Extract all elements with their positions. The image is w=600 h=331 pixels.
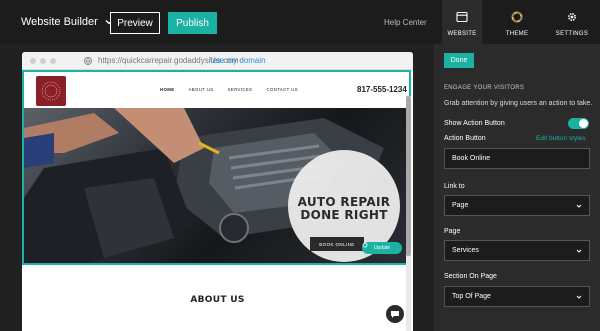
editor-canvas: https://quickcarrepair.godaddysites.com … [0,44,434,331]
update-label: Update [373,245,391,251]
show-action-button-toggle[interactable] [568,118,589,129]
done-button[interactable]: Done [444,53,474,68]
about-section[interactable]: ABOUT US [22,265,413,331]
section-on-page-label: Section On Page [444,273,497,280]
logo-emblem-icon [41,81,61,101]
book-online-button[interactable]: BOOK ONLINE [310,237,364,251]
tab-theme[interactable]: THEME [497,0,537,44]
nav-item-about[interactable]: ABOUT US [189,87,214,92]
site-phone[interactable]: 817-555-1234 [357,85,407,94]
top-bar: Website Builder Preview Publish Help Cen… [0,0,434,44]
tab-settings-label: SETTINGS [555,31,589,37]
chat-button[interactable] [386,305,404,323]
tab-website[interactable]: WEBSITE [442,0,482,44]
browser-window-icon [456,11,468,23]
hero-headline: AUTO REPAIR DONE RIGHT [286,196,402,222]
publish-button[interactable]: Publish [168,12,217,34]
preview-scrollbar-thumb[interactable] [406,96,411,256]
about-title: ABOUT US [190,295,245,305]
edit-button-styles-link[interactable]: Edit button styles [536,135,586,142]
chat-icon [391,311,399,318]
link-to-select[interactable]: Page [444,195,590,216]
panel-tabs: WEBSITE THEME SETTINGS [434,0,600,44]
action-button-text-input[interactable]: Book Online [444,148,590,169]
show-action-button-label: Show Action Button [444,120,505,127]
site-logo[interactable] [36,76,66,106]
section-heading: ENGAGE YOUR VISITORS [444,85,525,91]
nav-item-contact[interactable]: CONTACT US [266,87,298,92]
site-nav: HOME ABOUT US SERVICES CONTACT US [160,87,298,92]
refresh-icon [362,242,368,248]
update-button[interactable]: Update [362,242,402,254]
site-header[interactable]: HOME ABOUT US SERVICES CONTACT US 817-55… [22,70,411,108]
chevron-down-icon [576,204,582,208]
window-dot [30,58,36,64]
page-value: Services [452,247,479,254]
hero-headline-line2: DONE RIGHT [300,208,388,222]
tab-website-label: WEBSITE [447,31,477,37]
nav-item-services[interactable]: SERVICES [228,87,253,92]
gear-icon [567,12,577,22]
action-button-text-value: Book Online [452,155,491,162]
link-to-label: Link to [444,183,465,190]
hero-section[interactable]: AUTO REPAIR DONE RIGHT BOOK ONLINE Updat… [22,108,411,265]
browser-preview: https://quickcarrepair.godaddysites.com … [22,52,413,331]
site-preview: HOME ABOUT US SERVICES CONTACT US 817-55… [22,70,413,331]
chevron-down-icon [576,249,582,253]
color-wheel-icon [511,11,523,23]
chevron-down-icon [576,295,582,299]
action-button-label: Action Button [444,135,486,142]
window-dot [50,58,56,64]
section-description: Grab attention by giving users an action… [444,100,593,107]
link-to-value: Page [452,202,469,209]
tab-settings[interactable]: SETTINGS [552,0,592,44]
globe-icon [83,56,93,66]
page-select[interactable]: Services [444,240,590,261]
window-dot [40,58,46,64]
section-on-page-select[interactable]: Top Of Page [444,286,590,307]
tab-theme-label: THEME [505,31,529,37]
app-title: Website Builder [21,16,98,28]
url-bar: https://quickcarrepair.godaddysites.com … [22,52,413,70]
app-title-menu[interactable]: Website Builder [21,16,114,28]
nav-item-home[interactable]: HOME [160,87,175,92]
preview-button[interactable]: Preview [110,12,160,34]
help-center-link[interactable]: Help Center [384,18,427,27]
page-label: Page [444,228,461,235]
section-on-page-value: Top Of Page [452,293,491,300]
use-my-domain-link[interactable]: Use my domain [210,56,266,65]
